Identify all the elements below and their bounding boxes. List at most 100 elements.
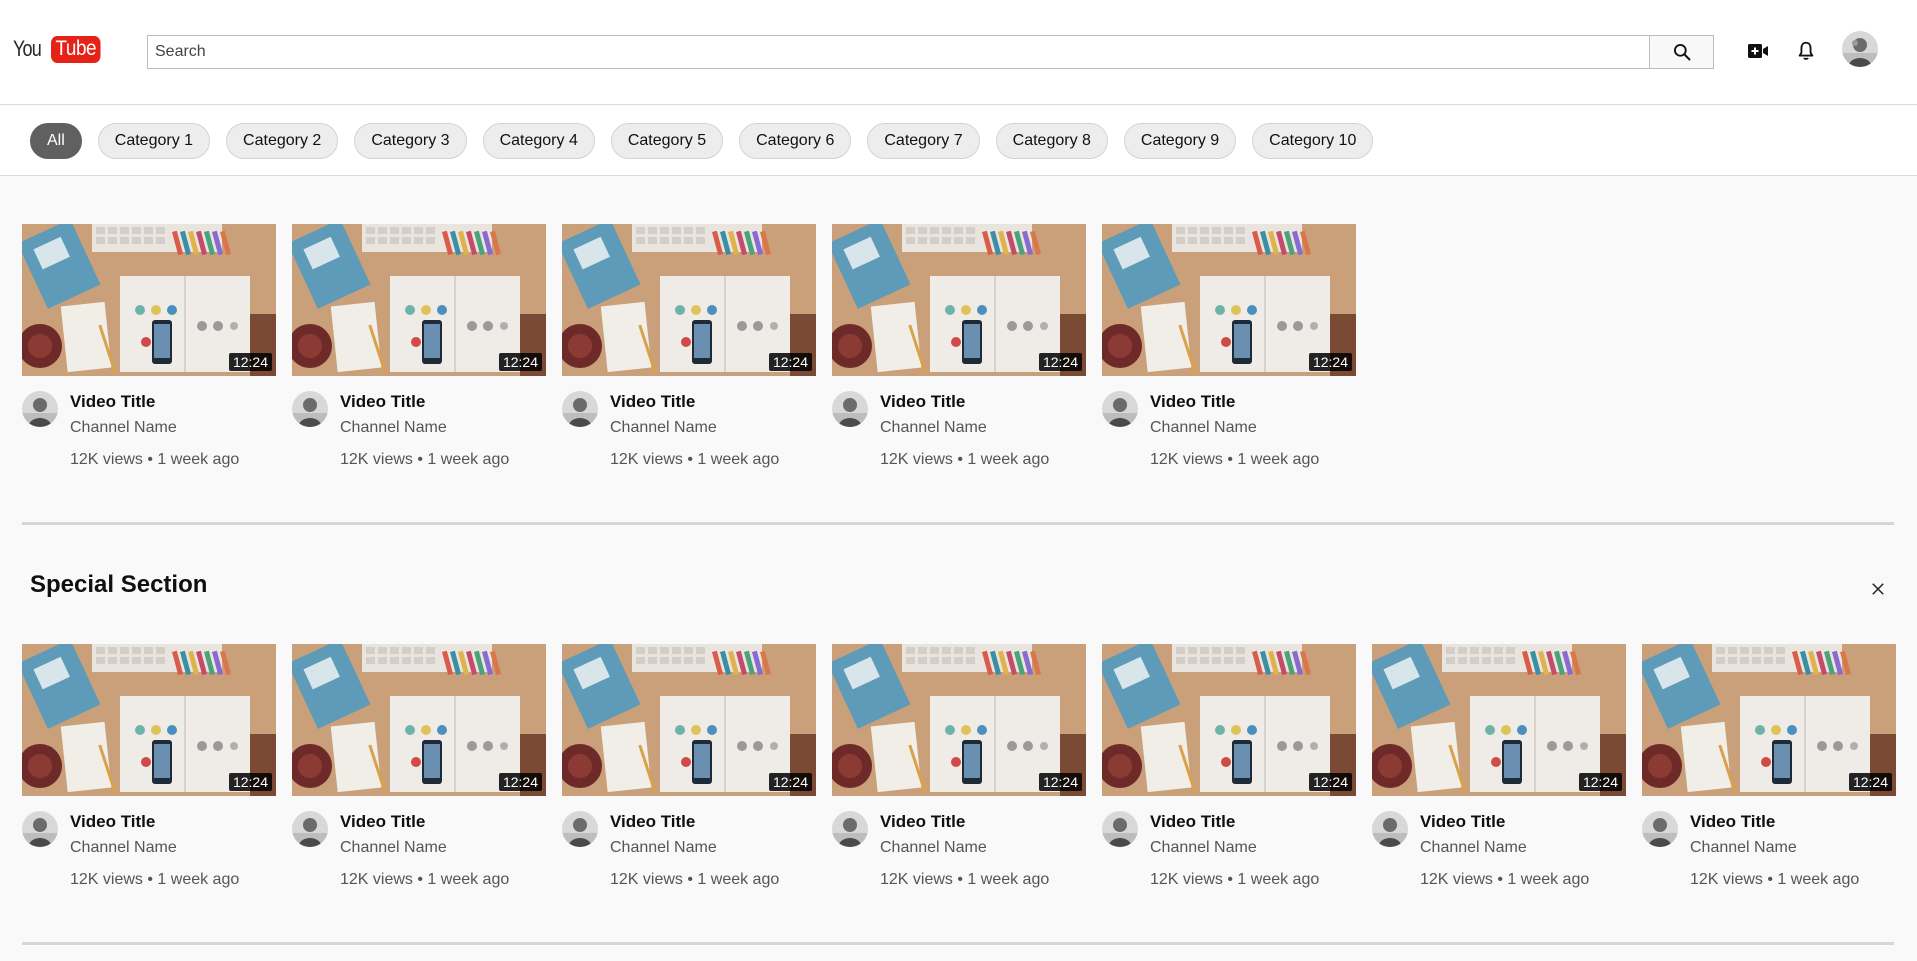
channel-name[interactable]: Channel Name [610,839,779,857]
chip-category-7[interactable]: Category 7 [867,123,980,159]
video-duration: 12:24 [228,353,272,371]
channel-name[interactable]: Channel Name [70,419,239,437]
video-card[interactable]: 12:24 Video Title Channel Name 12K views… [562,644,816,914]
channel-avatar-image [22,391,58,427]
channel-avatar[interactable] [832,391,868,427]
channel-avatar[interactable] [1642,811,1678,847]
video-title[interactable]: Video Title [340,811,509,833]
video-thumbnail[interactable]: 12:24 [1372,644,1626,796]
video-title[interactable]: Video Title [880,391,1049,413]
chip-all[interactable]: All [30,123,82,159]
chip-category-8[interactable]: Category 8 [995,123,1108,159]
channel-avatar[interactable] [1102,391,1138,427]
channel-avatar[interactable] [22,391,58,427]
video-thumbnail[interactable]: 12:24 [1102,644,1356,796]
video-thumbnail[interactable]: 12:24 [562,224,816,376]
video-card[interactable]: 12:24 Video Title Channel Name 12K views… [832,224,1086,494]
youtube-logo[interactable]: You Tube [13,34,106,64]
channel-avatar[interactable] [292,811,328,847]
video-card[interactable]: 12:24 Video Title Channel Name 12K views… [1642,644,1896,914]
channel-avatar-image [292,391,328,427]
chip-category-5[interactable]: Category 5 [610,123,724,159]
search-button[interactable] [1649,35,1714,69]
video-meta: Video Title Channel Name 12K views • 1 w… [22,391,276,469]
video-title[interactable]: Video Title [70,811,239,833]
channel-name[interactable]: Channel Name [1420,839,1589,857]
close-section-button[interactable] [1866,577,1890,601]
video-info: Video Title Channel Name 12K views • 1 w… [70,391,239,469]
video-info: Video Title Channel Name 12K views • 1 w… [1420,811,1589,889]
video-duration: 12:24 [1038,353,1082,371]
video-card[interactable]: 12:24 Video Title Channel Name 12K views… [562,224,816,494]
channel-name[interactable]: Channel Name [340,839,509,857]
video-duration: 12:24 [498,773,542,791]
channel-avatar-image [562,811,598,847]
video-title[interactable]: Video Title [340,391,509,413]
chip-category-2[interactable]: Category 2 [226,123,339,159]
channel-name[interactable]: Channel Name [610,419,779,437]
chip-category-9[interactable]: Category 9 [1123,123,1237,159]
channel-avatar[interactable] [292,391,328,427]
video-title[interactable]: Video Title [610,811,779,833]
chip-category-1[interactable]: Category 1 [97,123,211,159]
chip-category-3[interactable]: Category 3 [354,123,467,159]
video-duration: 12:24 [498,353,542,371]
video-meta: Video Title Channel Name 12K views • 1 w… [562,391,816,469]
channel-avatar[interactable] [1102,811,1138,847]
search-input[interactable] [147,35,1649,69]
chip-category-10[interactable]: Category 10 [1252,123,1374,159]
channel-avatar[interactable] [562,391,598,427]
channel-name[interactable]: Channel Name [880,419,1049,437]
video-meta: Video Title Channel Name 12K views • 1 w… [1102,811,1356,889]
user-avatar[interactable] [1842,31,1878,67]
video-stats: 12K views • 1 week ago [1690,871,1860,888]
video-card[interactable]: 12:24 Video Title Channel Name 12K views… [832,644,1086,914]
video-title[interactable]: Video Title [1690,811,1859,833]
video-meta: Video Title Channel Name 12K views • 1 w… [832,811,1086,889]
video-thumbnail[interactable]: 12:24 [832,644,1086,796]
channel-avatar-image [1372,811,1408,847]
create-video-button[interactable] [1744,37,1772,65]
channel-avatar[interactable] [22,811,58,847]
video-title[interactable]: Video Title [880,811,1049,833]
video-info: Video Title Channel Name 12K views • 1 w… [1150,391,1319,469]
top-bar: You Tube [0,0,1917,105]
channel-name[interactable]: Channel Name [70,839,239,857]
video-thumbnail[interactable]: 12:24 [562,644,816,796]
video-card[interactable]: 12:24 Video Title Channel Name 12K views… [1102,644,1356,914]
chip-category-6[interactable]: Category 6 [739,123,852,159]
video-duration: 12:24 [1038,773,1082,791]
notifications-button[interactable] [1792,37,1820,65]
channel-name[interactable]: Channel Name [880,839,1049,857]
video-card[interactable]: 12:24 Video Title Channel Name 12K views… [292,224,546,494]
channel-avatar-image [832,811,868,847]
video-card[interactable]: 12:24 Video Title Channel Name 12K views… [22,224,276,494]
chip-category-4[interactable]: Category 4 [482,123,595,159]
video-thumbnail[interactable]: 12:24 [832,224,1086,376]
video-thumbnail[interactable]: 12:24 [292,644,546,796]
video-meta: Video Title Channel Name 12K views • 1 w… [562,811,816,889]
video-card[interactable]: 12:24 Video Title Channel Name 12K views… [1372,644,1626,914]
video-thumbnail[interactable]: 12:24 [292,224,546,376]
video-thumbnail[interactable]: 12:24 [1102,224,1356,376]
video-title[interactable]: Video Title [1150,391,1319,413]
channel-name[interactable]: Channel Name [1690,839,1859,857]
channel-avatar[interactable] [832,811,868,847]
video-card[interactable]: 12:24 Video Title Channel Name 12K views… [22,644,276,914]
video-meta: Video Title Channel Name 12K views • 1 w… [832,391,1086,469]
video-thumbnail[interactable]: 12:24 [22,644,276,796]
video-title[interactable]: Video Title [1150,811,1319,833]
channel-avatar[interactable] [1372,811,1408,847]
video-card[interactable]: 12:24 Video Title Channel Name 12K views… [1102,224,1356,494]
channel-name[interactable]: Channel Name [340,419,509,437]
create-video-icon [1748,44,1768,58]
video-title[interactable]: Video Title [1420,811,1589,833]
channel-avatar[interactable] [562,811,598,847]
video-title[interactable]: Video Title [610,391,779,413]
channel-name[interactable]: Channel Name [1150,419,1319,437]
video-card[interactable]: 12:24 Video Title Channel Name 12K views… [292,644,546,914]
video-title[interactable]: Video Title [70,391,239,413]
channel-name[interactable]: Channel Name [1150,839,1319,857]
video-thumbnail[interactable]: 12:24 [22,224,276,376]
video-thumbnail[interactable]: 12:24 [1642,644,1896,796]
